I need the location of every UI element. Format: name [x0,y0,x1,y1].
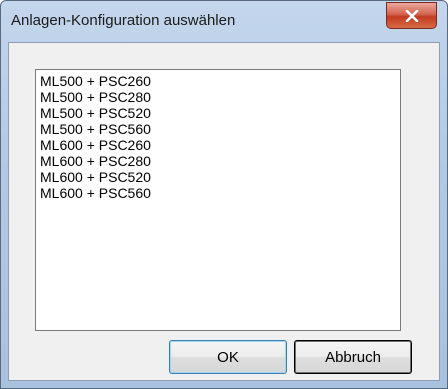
configuration-listbox[interactable]: ML500 + PSC260 ML500 + PSC280 ML500 + PS… [35,69,401,331]
list-item[interactable]: ML600 + PSC520 [40,169,400,185]
configuration-list: ML500 + PSC260 ML500 + PSC280 ML500 + PS… [36,70,400,201]
close-icon [405,9,418,22]
dialog-client-area: ML500 + PSC260 ML500 + PSC280 ML500 + PS… [8,42,440,381]
list-item[interactable]: ML600 + PSC260 [40,137,400,153]
list-item[interactable]: ML500 + PSC520 [40,105,400,121]
list-item[interactable]: ML500 + PSC280 [40,89,400,105]
list-item[interactable]: ML500 + PSC260 [40,73,400,89]
list-item[interactable]: ML500 + PSC560 [40,121,400,137]
title-bar[interactable]: Anlagen-Konfiguration auswählen [1,1,447,41]
close-button[interactable] [386,2,437,29]
window-title: Anlagen-Konfiguration auswählen [11,12,236,29]
list-item[interactable]: ML600 + PSC280 [40,153,400,169]
dialog-window: Anlagen-Konfiguration auswählen ML500 + … [0,0,448,389]
ok-button[interactable]: OK [169,340,287,374]
list-item[interactable]: ML600 + PSC560 [40,185,400,201]
cancel-button[interactable]: Abbruch [294,340,412,374]
